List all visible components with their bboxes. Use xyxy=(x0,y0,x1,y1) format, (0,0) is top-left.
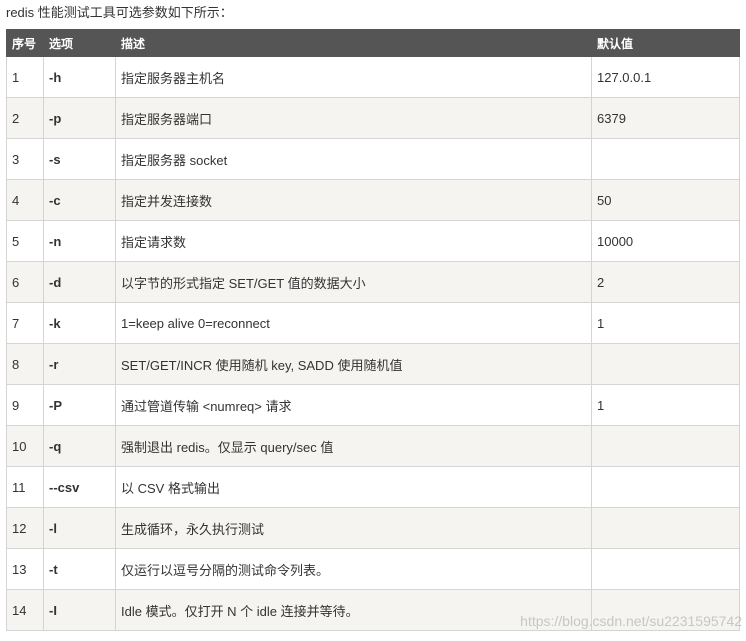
table-row: 11 --csv 以 CSV 格式输出 xyxy=(6,466,740,508)
table-row: 5 -n 指定请求数 10000 xyxy=(6,220,740,262)
cell-number: 1 xyxy=(6,56,44,98)
table-header-row: 序号 选项 描述 默认值 xyxy=(6,29,740,57)
watermark-text: https://blog.csdn.net/su2231595742 xyxy=(520,613,742,629)
cell-default xyxy=(591,507,740,549)
cell-option: -c xyxy=(43,179,116,221)
cell-number: 11 xyxy=(6,466,44,508)
cell-default: 50 xyxy=(591,179,740,221)
cell-description: 指定并发连接数 xyxy=(115,179,592,221)
cell-option: -n xyxy=(43,220,116,262)
cell-number: 12 xyxy=(6,507,44,549)
cell-number: 4 xyxy=(6,179,44,221)
cell-option: -l xyxy=(43,507,116,549)
cell-default: 127.0.0.1 xyxy=(591,56,740,98)
cell-description: 通过管道传输 <numreq> 请求 xyxy=(115,384,592,426)
cell-default: 1 xyxy=(591,302,740,344)
cell-description: 以字节的形式指定 SET/GET 值的数据大小 xyxy=(115,261,592,303)
cell-description: SET/GET/INCR 使用随机 key, SADD 使用随机值 xyxy=(115,343,592,385)
cell-number: 10 xyxy=(6,425,44,467)
table-row: 4 -c 指定并发连接数 50 xyxy=(6,179,740,221)
cell-option: -r xyxy=(43,343,116,385)
table-row: 10 -q 强制退出 redis。仅显示 query/sec 值 xyxy=(6,425,740,467)
cell-default: 10000 xyxy=(591,220,740,262)
cell-number: 7 xyxy=(6,302,44,344)
cell-default xyxy=(591,548,740,590)
cell-option: -s xyxy=(43,138,116,180)
header-description: 描述 xyxy=(115,29,592,57)
table-row: 12 -l 生成循环，永久执行测试 xyxy=(6,507,740,549)
cell-description: 1=keep alive 0=reconnect xyxy=(115,302,592,344)
cell-default: 6379 xyxy=(591,97,740,139)
table-row: 3 -s 指定服务器 socket xyxy=(6,138,740,180)
table-row: 9 -P 通过管道传输 <numreq> 请求 1 xyxy=(6,384,740,426)
header-option: 选项 xyxy=(43,29,116,57)
cell-option: -p xyxy=(43,97,116,139)
cell-number: 3 xyxy=(6,138,44,180)
cell-description: 生成循环，永久执行测试 xyxy=(115,507,592,549)
cell-description: 强制退出 redis。仅显示 query/sec 值 xyxy=(115,425,592,467)
table-row: 13 -t 仅运行以逗号分隔的测试命令列表。 xyxy=(6,548,740,590)
cell-default xyxy=(591,466,740,508)
header-number: 序号 xyxy=(6,29,44,57)
cell-description: 仅运行以逗号分隔的测试命令列表。 xyxy=(115,548,592,590)
cell-default xyxy=(591,425,740,467)
table-row: 6 -d 以字节的形式指定 SET/GET 值的数据大小 2 xyxy=(6,261,740,303)
cell-option: --csv xyxy=(43,466,116,508)
cell-number: 6 xyxy=(6,261,44,303)
cell-number: 5 xyxy=(6,220,44,262)
cell-number: 2 xyxy=(6,97,44,139)
cell-option: -q xyxy=(43,425,116,467)
table-row: 2 -p 指定服务器端口 6379 xyxy=(6,97,740,139)
cell-option: -d xyxy=(43,261,116,303)
intro-text: redis 性能测试工具可选参数如下所示： xyxy=(6,5,233,20)
cell-option: -k xyxy=(43,302,116,344)
cell-option: -P xyxy=(43,384,116,426)
cell-description: 指定服务器主机名 xyxy=(115,56,592,98)
cell-description: 指定请求数 xyxy=(115,220,592,262)
cell-number: 9 xyxy=(6,384,44,426)
cell-description: 以 CSV 格式输出 xyxy=(115,466,592,508)
cell-default: 2 xyxy=(591,261,740,303)
parameters-table: 序号 选项 描述 默认值 1 -h 指定服务器主机名 127.0.0.1 2 -p 指定服务… xyxy=(6,29,740,631)
cell-default xyxy=(591,138,740,180)
cell-number: 14 xyxy=(6,589,44,631)
cell-default xyxy=(591,343,740,385)
table-row: 1 -h 指定服务器主机名 127.0.0.1 xyxy=(6,56,740,98)
cell-description: 指定服务器 socket xyxy=(115,138,592,180)
cell-number: 13 xyxy=(6,548,44,590)
cell-option: -t xyxy=(43,548,116,590)
cell-default: 1 xyxy=(591,384,740,426)
cell-option: -I xyxy=(43,589,116,631)
cell-description: 指定服务器端口 xyxy=(115,97,592,139)
table-row: 7 -k 1=keep alive 0=reconnect 1 xyxy=(6,302,740,344)
cell-number: 8 xyxy=(6,343,44,385)
table-row: 8 -r SET/GET/INCR 使用随机 key, SADD 使用随机值 xyxy=(6,343,740,385)
cell-option: -h xyxy=(43,56,116,98)
header-default: 默认值 xyxy=(591,29,740,57)
